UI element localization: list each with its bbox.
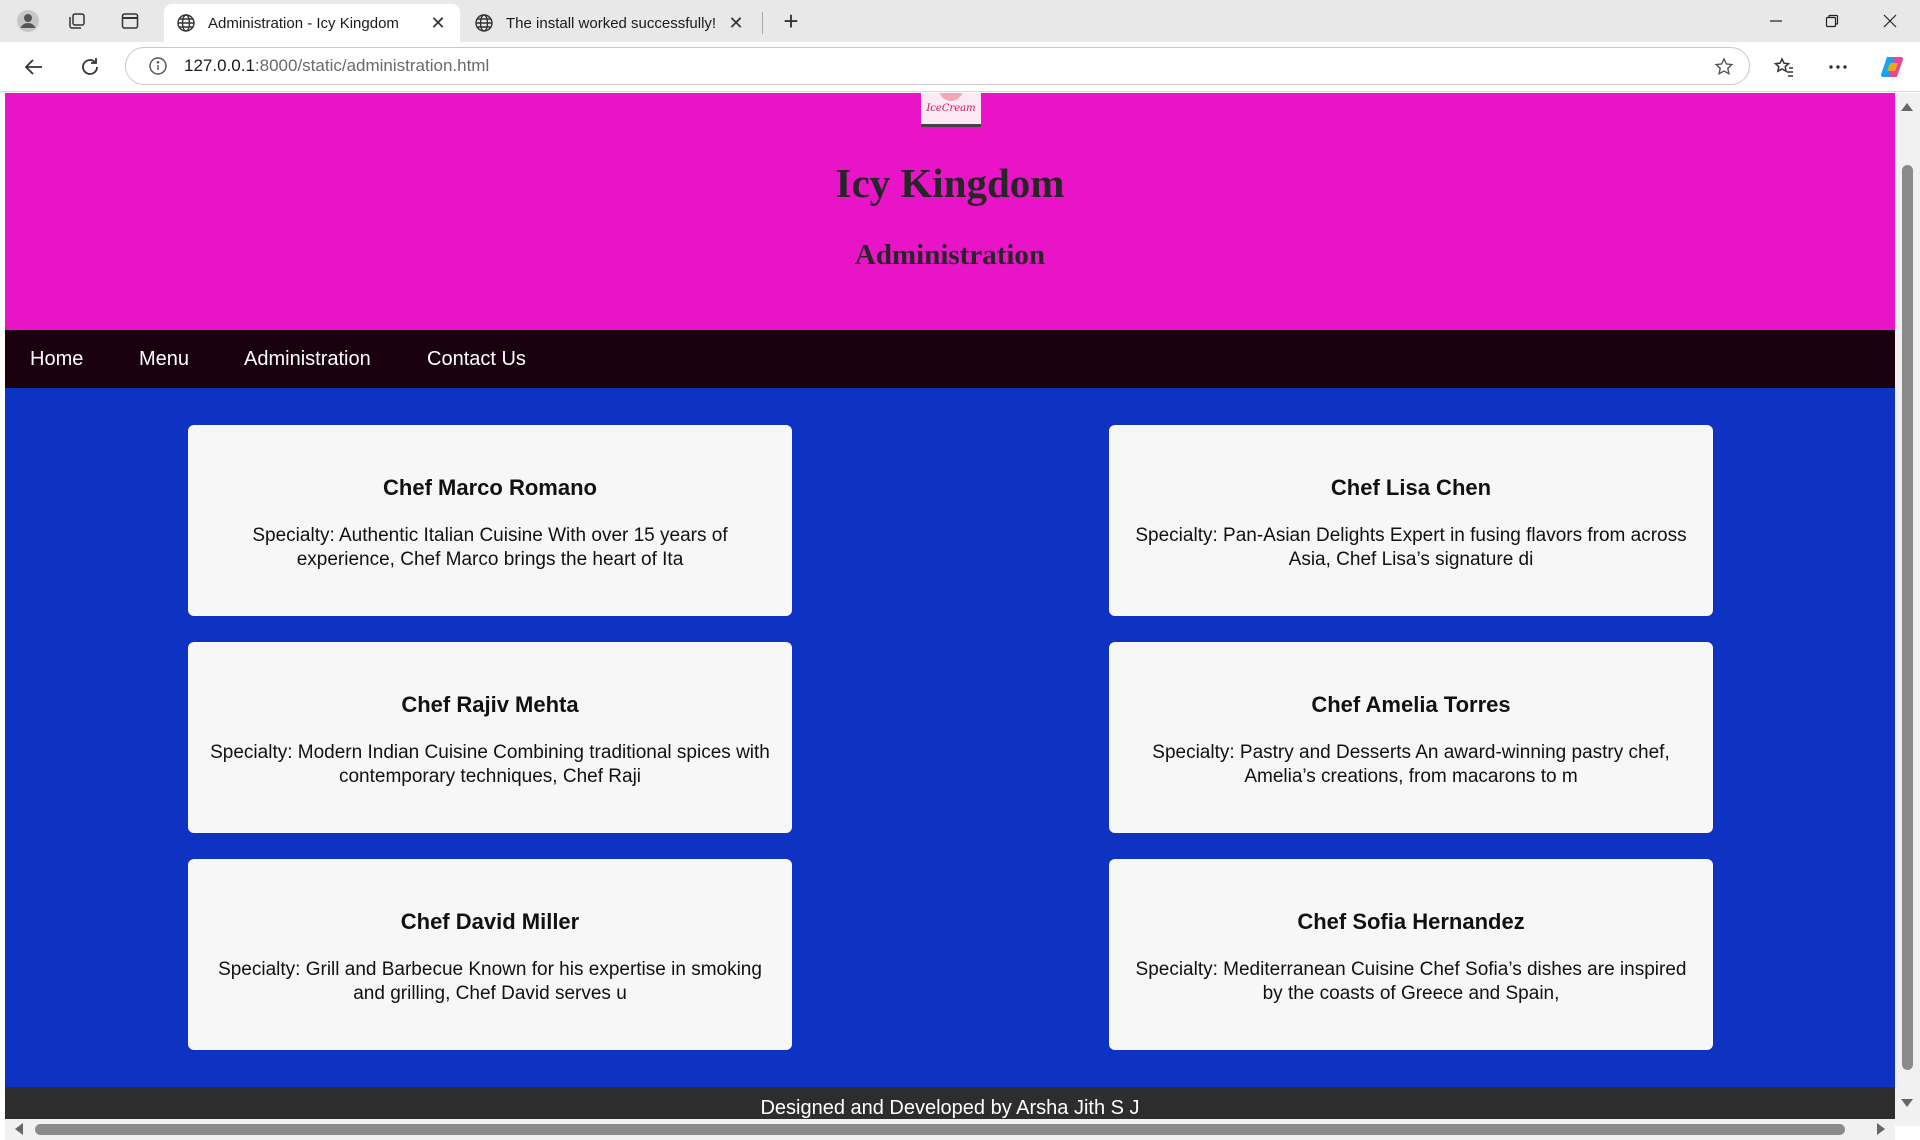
nav-home[interactable]: Home xyxy=(30,330,83,388)
address-bar[interactable]: 127.0.0.1:8000/static/administration.htm… xyxy=(125,47,1750,85)
scroll-up-arrow-icon[interactable] xyxy=(1901,103,1913,111)
close-window-icon[interactable] xyxy=(1862,0,1918,42)
chef-description: Specialty: Modern Indian Cuisine Combini… xyxy=(210,742,770,787)
close-tab-icon[interactable]: ✕ xyxy=(428,13,448,33)
chef-description: Specialty: Grill and Barbecue Known for … xyxy=(218,959,762,1004)
chef-card: Chef Amelia Torres Specialty: Pastry and… xyxy=(1109,642,1713,833)
chef-description: Specialty: Mediterranean Cuisine Chef So… xyxy=(1135,959,1687,1004)
logo-text: IceCream xyxy=(926,103,976,114)
chef-card: Chef Lisa Chen Specialty: Pan-Asian Deli… xyxy=(1109,425,1713,616)
main-nav: Home Menu Administration Contact Us xyxy=(5,330,1895,388)
profile-icon[interactable] xyxy=(14,7,42,35)
chef-name: Chef David Miller xyxy=(400,909,580,934)
chef-card: Chef Sofia Hernandez Specialty: Mediterr… xyxy=(1109,859,1713,1050)
restore-icon[interactable] xyxy=(1804,0,1860,42)
chef-description: Specialty: Pan-Asian Delights Expert in … xyxy=(1135,525,1687,570)
reload-icon[interactable] xyxy=(74,51,106,83)
url-text[interactable]: 127.0.0.1:8000/static/administration.htm… xyxy=(184,56,489,76)
ice-cream-scoop-icon xyxy=(939,93,963,101)
chef-name: Chef Sofia Hernandez xyxy=(1297,909,1525,934)
favorite-star-icon[interactable] xyxy=(1713,56,1735,78)
tab-title: The install worked successfully! Co xyxy=(506,14,718,32)
workspaces-icon[interactable] xyxy=(63,7,91,35)
url-path: :8000/static/administration.html xyxy=(254,56,490,75)
url-host: 127.0.0.1 xyxy=(184,56,255,75)
chef-description: Specialty: Pastry and Desserts An award-… xyxy=(1152,742,1670,787)
site-footer: Designed and Developed by Arsha Jith S J xyxy=(5,1087,1895,1119)
page-subtitle: Administration xyxy=(854,239,1046,271)
more-options-icon[interactable] xyxy=(1822,51,1854,83)
site-header: IceCream Icy Kingdom Administration xyxy=(5,93,1895,330)
scroll-down-arrow-icon[interactable] xyxy=(1901,1099,1913,1107)
new-tab-icon[interactable]: + xyxy=(776,6,806,36)
site-title: Icy Kingdom xyxy=(835,160,1065,206)
vertical-scrollbar[interactable] xyxy=(1895,93,1920,1126)
nav-contact-us[interactable]: Contact Us xyxy=(427,330,526,388)
copilot-icon[interactable] xyxy=(1876,51,1908,83)
chef-card: Chef Rajiv Mehta Specialty: Modern India… xyxy=(188,642,792,833)
chef-description: Specialty: Authentic Italian Cuisine Wit… xyxy=(252,525,728,570)
vertical-tabs-icon[interactable] xyxy=(116,7,144,35)
scroll-left-arrow-icon[interactable] xyxy=(15,1123,23,1135)
chef-name: Chef Marco Romano xyxy=(383,475,597,500)
nav-administration[interactable]: Administration xyxy=(244,330,371,388)
tab-administration[interactable]: Administration - Icy Kingdom ✕ xyxy=(164,4,460,42)
vertical-scroll-thumb[interactable] xyxy=(1902,165,1913,1070)
chef-name: Chef Rajiv Mehta xyxy=(401,692,579,717)
globe-icon xyxy=(474,13,494,33)
back-icon[interactable] xyxy=(18,51,50,83)
horizontal-scrollbar[interactable] xyxy=(5,1119,1895,1140)
browser-tab-bar: Administration - Icy Kingdom ✕ The insta… xyxy=(0,0,1920,42)
chef-name: Chef Amelia Torres xyxy=(1311,692,1511,717)
chef-card: Chef Marco Romano Specialty: Authentic I… xyxy=(188,425,792,616)
browser-toolbar: 127.0.0.1:8000/static/administration.htm… xyxy=(0,42,1920,92)
minimize-icon[interactable] xyxy=(1748,0,1804,42)
close-tab-icon[interactable]: ✕ xyxy=(726,13,746,33)
globe-icon xyxy=(176,13,196,33)
tab-install-worked[interactable]: The install worked successfully! Co ✕ xyxy=(462,4,758,42)
icecream-logo: IceCream xyxy=(921,93,981,127)
page-viewport: IceCream Icy Kingdom Administration Home… xyxy=(5,93,1895,1119)
scroll-right-arrow-icon[interactable] xyxy=(1877,1123,1885,1135)
tab-title: Administration - Icy Kingdom xyxy=(208,14,399,32)
chef-name: Chef Lisa Chen xyxy=(1330,475,1492,500)
nav-menu[interactable]: Menu xyxy=(139,330,189,388)
site-info-icon[interactable] xyxy=(148,56,168,76)
horizontal-scroll-thumb[interactable] xyxy=(35,1124,1845,1135)
tab-separator xyxy=(762,12,763,34)
chef-card: Chef David Miller Specialty: Grill and B… xyxy=(188,859,792,1050)
favorites-icon[interactable] xyxy=(1768,51,1800,83)
